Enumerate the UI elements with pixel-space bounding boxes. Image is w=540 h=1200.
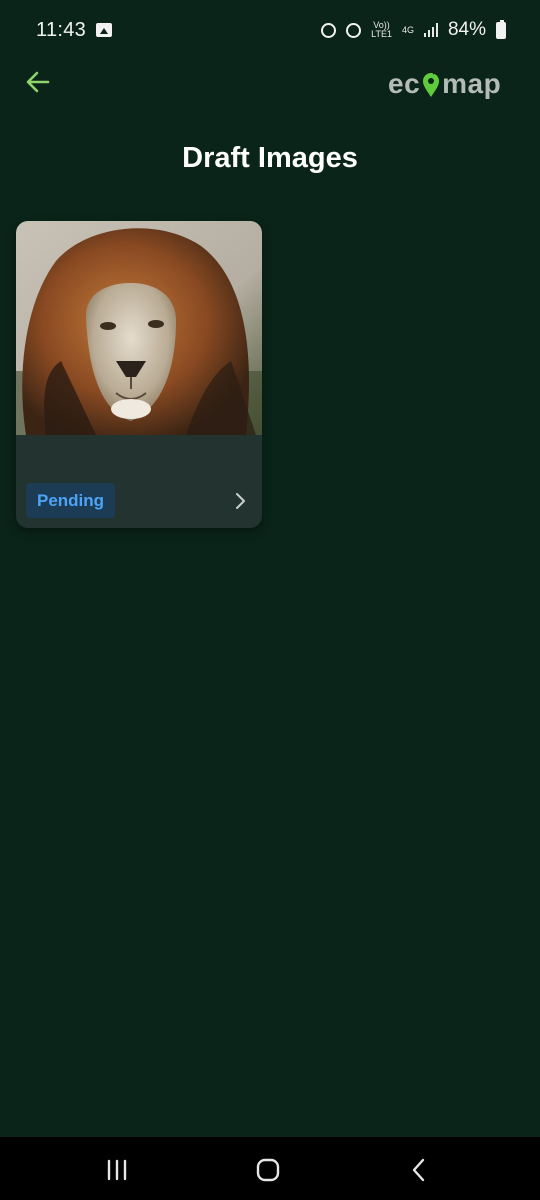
alarm-icon (346, 22, 362, 38)
battery-icon (496, 19, 506, 39)
status-time: 11:43 (36, 18, 87, 41)
logo-text-right: map (442, 68, 502, 99)
volte-indicator: Vo)) LTE1 (371, 21, 392, 39)
ecomap-logo: ec map (388, 64, 501, 104)
recents-icon[interactable] (104, 1157, 130, 1183)
recycle-icon (321, 22, 337, 38)
back-icon[interactable] (406, 1157, 432, 1183)
lion-photo (16, 221, 262, 435)
gallery-notification-icon (96, 23, 113, 37)
status-bar: 11:43 Vo)) LTE1 4G 84% (0, 0, 540, 60)
home-icon[interactable] (255, 1157, 281, 1183)
chevron-right-icon[interactable] (234, 491, 248, 511)
status-right: Vo)) LTE1 4G 84% (321, 19, 506, 41)
draft-card[interactable]: Pending (16, 221, 262, 528)
status-left: 11:43 (36, 18, 113, 42)
system-nav-bar (0, 1137, 540, 1200)
battery-percent: 84% (447, 19, 486, 40)
arrow-left-icon[interactable] (22, 66, 54, 98)
screen: 11:43 Vo)) LTE1 4G 84% ec map Draft Imag… (0, 0, 540, 1200)
page-title: Draft Images (182, 142, 358, 174)
status-badge-label: Pending (37, 490, 105, 510)
app-header: ec map (0, 60, 540, 108)
volte-bottom: LTE1 (371, 29, 392, 39)
signal-icon (423, 23, 438, 37)
logo-text-left: ec (388, 68, 421, 99)
network-type: 4G (401, 24, 414, 35)
status-badge: Pending (26, 483, 116, 518)
map-pin-icon (423, 70, 440, 97)
